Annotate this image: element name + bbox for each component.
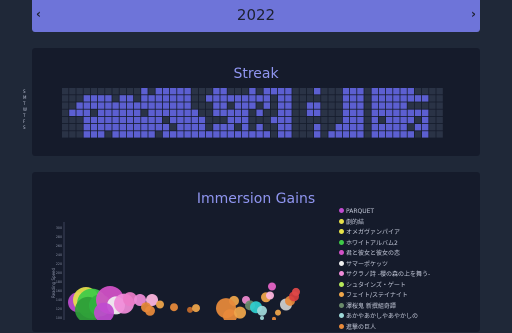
legend-label: あかやあかしやあやかしの: [346, 313, 418, 320]
legend-item[interactable]: フェイト/ステイナイト: [339, 291, 430, 302]
y-tick-label: 100: [56, 316, 62, 320]
legend-dot-icon: [339, 292, 344, 297]
y-tick-label: 200: [56, 271, 62, 275]
chart-legend: PARQUET 劇的結 オメガヴァンパイア ホワイトアルバム2 君と彼女と彼女の…: [339, 207, 430, 333]
legend-item[interactable]: あかやあかしやあやかしの: [339, 312, 430, 323]
y-tick-label: 140: [56, 298, 62, 302]
scatter-point[interactable]: [292, 288, 300, 296]
scatter-point[interactable]: [257, 306, 267, 316]
legend-label: フェイト/ステイナイト: [346, 292, 408, 299]
legend-label: ホワイトアルバム2: [346, 240, 398, 247]
legend-dot-icon: [339, 229, 344, 234]
legend-item[interactable]: ホワイトアルバム2: [339, 239, 430, 250]
legend-dot-icon: [339, 271, 344, 276]
immersion-scatter-chart: 300 280 260 240 220 200 180 160 140 120 100 Reading…: [0, 0, 512, 320]
y-tick-label: 160: [56, 289, 62, 293]
legend-dot-icon: [339, 208, 344, 213]
legend-item[interactable]: 澤桜鬼 新撰組奇譚: [339, 302, 430, 313]
legend-dot-icon: [339, 324, 344, 329]
legend-item[interactable]: サクラノ詩 -櫻の森の上を舞う-: [339, 270, 430, 281]
legend-label: 澤桜鬼 新撰組奇譚: [346, 303, 396, 310]
legend-dot-icon: [339, 313, 344, 318]
y-tick-label: 180: [56, 280, 62, 284]
legend-label: シュタインズ・ゲート: [346, 282, 406, 289]
legend-label: サマーポケッツ: [346, 261, 388, 268]
scatter-point[interactable]: [145, 306, 155, 316]
legend-dot-icon: [339, 250, 344, 255]
scatter-point[interactable]: [275, 310, 281, 316]
legend-item[interactable]: シュタインズ・ゲート: [339, 281, 430, 292]
legend-item[interactable]: サマーポケッツ: [339, 260, 430, 271]
y-tick-label: 240: [56, 253, 62, 257]
legend-label: サクラノ詩 -櫻の森の上を舞う-: [346, 271, 430, 278]
legend-dot-icon: [339, 261, 344, 266]
scatter-point[interactable]: [268, 283, 276, 291]
legend-dot-icon: [339, 303, 344, 308]
legend-item[interactable]: PARQUET: [339, 207, 430, 218]
legend-dot-icon: [339, 282, 344, 287]
legend-label: 劇的結: [346, 219, 364, 226]
y-tick-label: 120: [56, 307, 62, 311]
scatter-point[interactable]: [234, 307, 246, 319]
scatter-point[interactable]: [156, 301, 164, 309]
legend-label: 進撃の巨人: [346, 324, 376, 331]
scatter-point[interactable]: [266, 292, 274, 300]
y-tick-label: 220: [56, 262, 62, 266]
legend-label: オメガヴァンパイア: [346, 229, 400, 236]
y-tick-label: 260: [56, 244, 62, 248]
legend-label: PARQUET: [346, 208, 374, 215]
y-tick-label: 280: [56, 235, 62, 239]
y-tick-label: 300: [56, 226, 62, 230]
legend-item[interactable]: 君と彼女と彼女の恋: [339, 249, 430, 260]
scatter-point[interactable]: [260, 316, 264, 320]
legend-dot-icon: [339, 240, 344, 245]
scatter-point[interactable]: [170, 303, 178, 311]
scatter-point[interactable]: [192, 304, 200, 312]
y-axis-label: Reading Speed: [51, 268, 56, 299]
legend-item[interactable]: オメガヴァンパイア: [339, 228, 430, 239]
legend-label: 君と彼女と彼女の恋: [346, 250, 400, 257]
legend-dot-icon: [339, 219, 344, 224]
legend-item[interactable]: 劇的結: [339, 218, 430, 229]
legend-item[interactable]: 進撃の巨人: [339, 323, 430, 333]
